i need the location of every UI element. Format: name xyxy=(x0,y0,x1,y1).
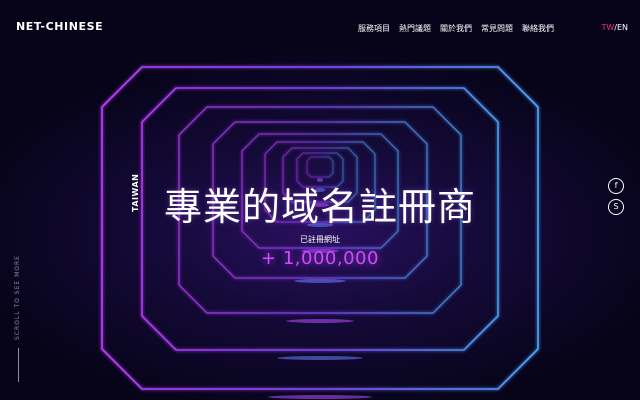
lang-tw[interactable]: TW xyxy=(601,23,614,32)
floor-glow xyxy=(286,319,354,323)
scroll-hint-line xyxy=(18,348,19,382)
language-switcher: TW/EN xyxy=(601,23,628,32)
nav-item-about-us[interactable]: 關於我們 xyxy=(440,23,472,34)
main-nav: 服務項目 熱門議題 關於我們 常見問題 聯絡我們 xyxy=(358,23,554,34)
site-logo[interactable]: NET-CHINESE xyxy=(16,20,103,33)
floor-glow xyxy=(267,395,373,399)
facebook-icon[interactable]: f xyxy=(608,178,624,194)
nav-item-hot-topics[interactable]: 熱門議題 xyxy=(399,23,431,34)
registered-domains-label: 已註冊網址 xyxy=(300,235,340,244)
floor-glow xyxy=(294,279,346,283)
lang-en[interactable]: EN xyxy=(617,23,628,32)
floor-glow xyxy=(277,356,363,360)
skype-icon[interactable]: S xyxy=(608,199,624,215)
nav-item-contact-us[interactable]: 聯絡我們 xyxy=(522,23,554,34)
nav-item-faq[interactable]: 常見問題 xyxy=(481,23,513,34)
tunnel-frame xyxy=(306,156,334,178)
scroll-hint-text: SCROLL TO SEE MORE xyxy=(14,255,21,340)
hero-headline: 專業的域名註冊商 xyxy=(163,185,476,229)
nav-item-services[interactable]: 服務項目 xyxy=(358,23,390,34)
registered-domains-count: + 1,000,000 xyxy=(261,248,379,269)
